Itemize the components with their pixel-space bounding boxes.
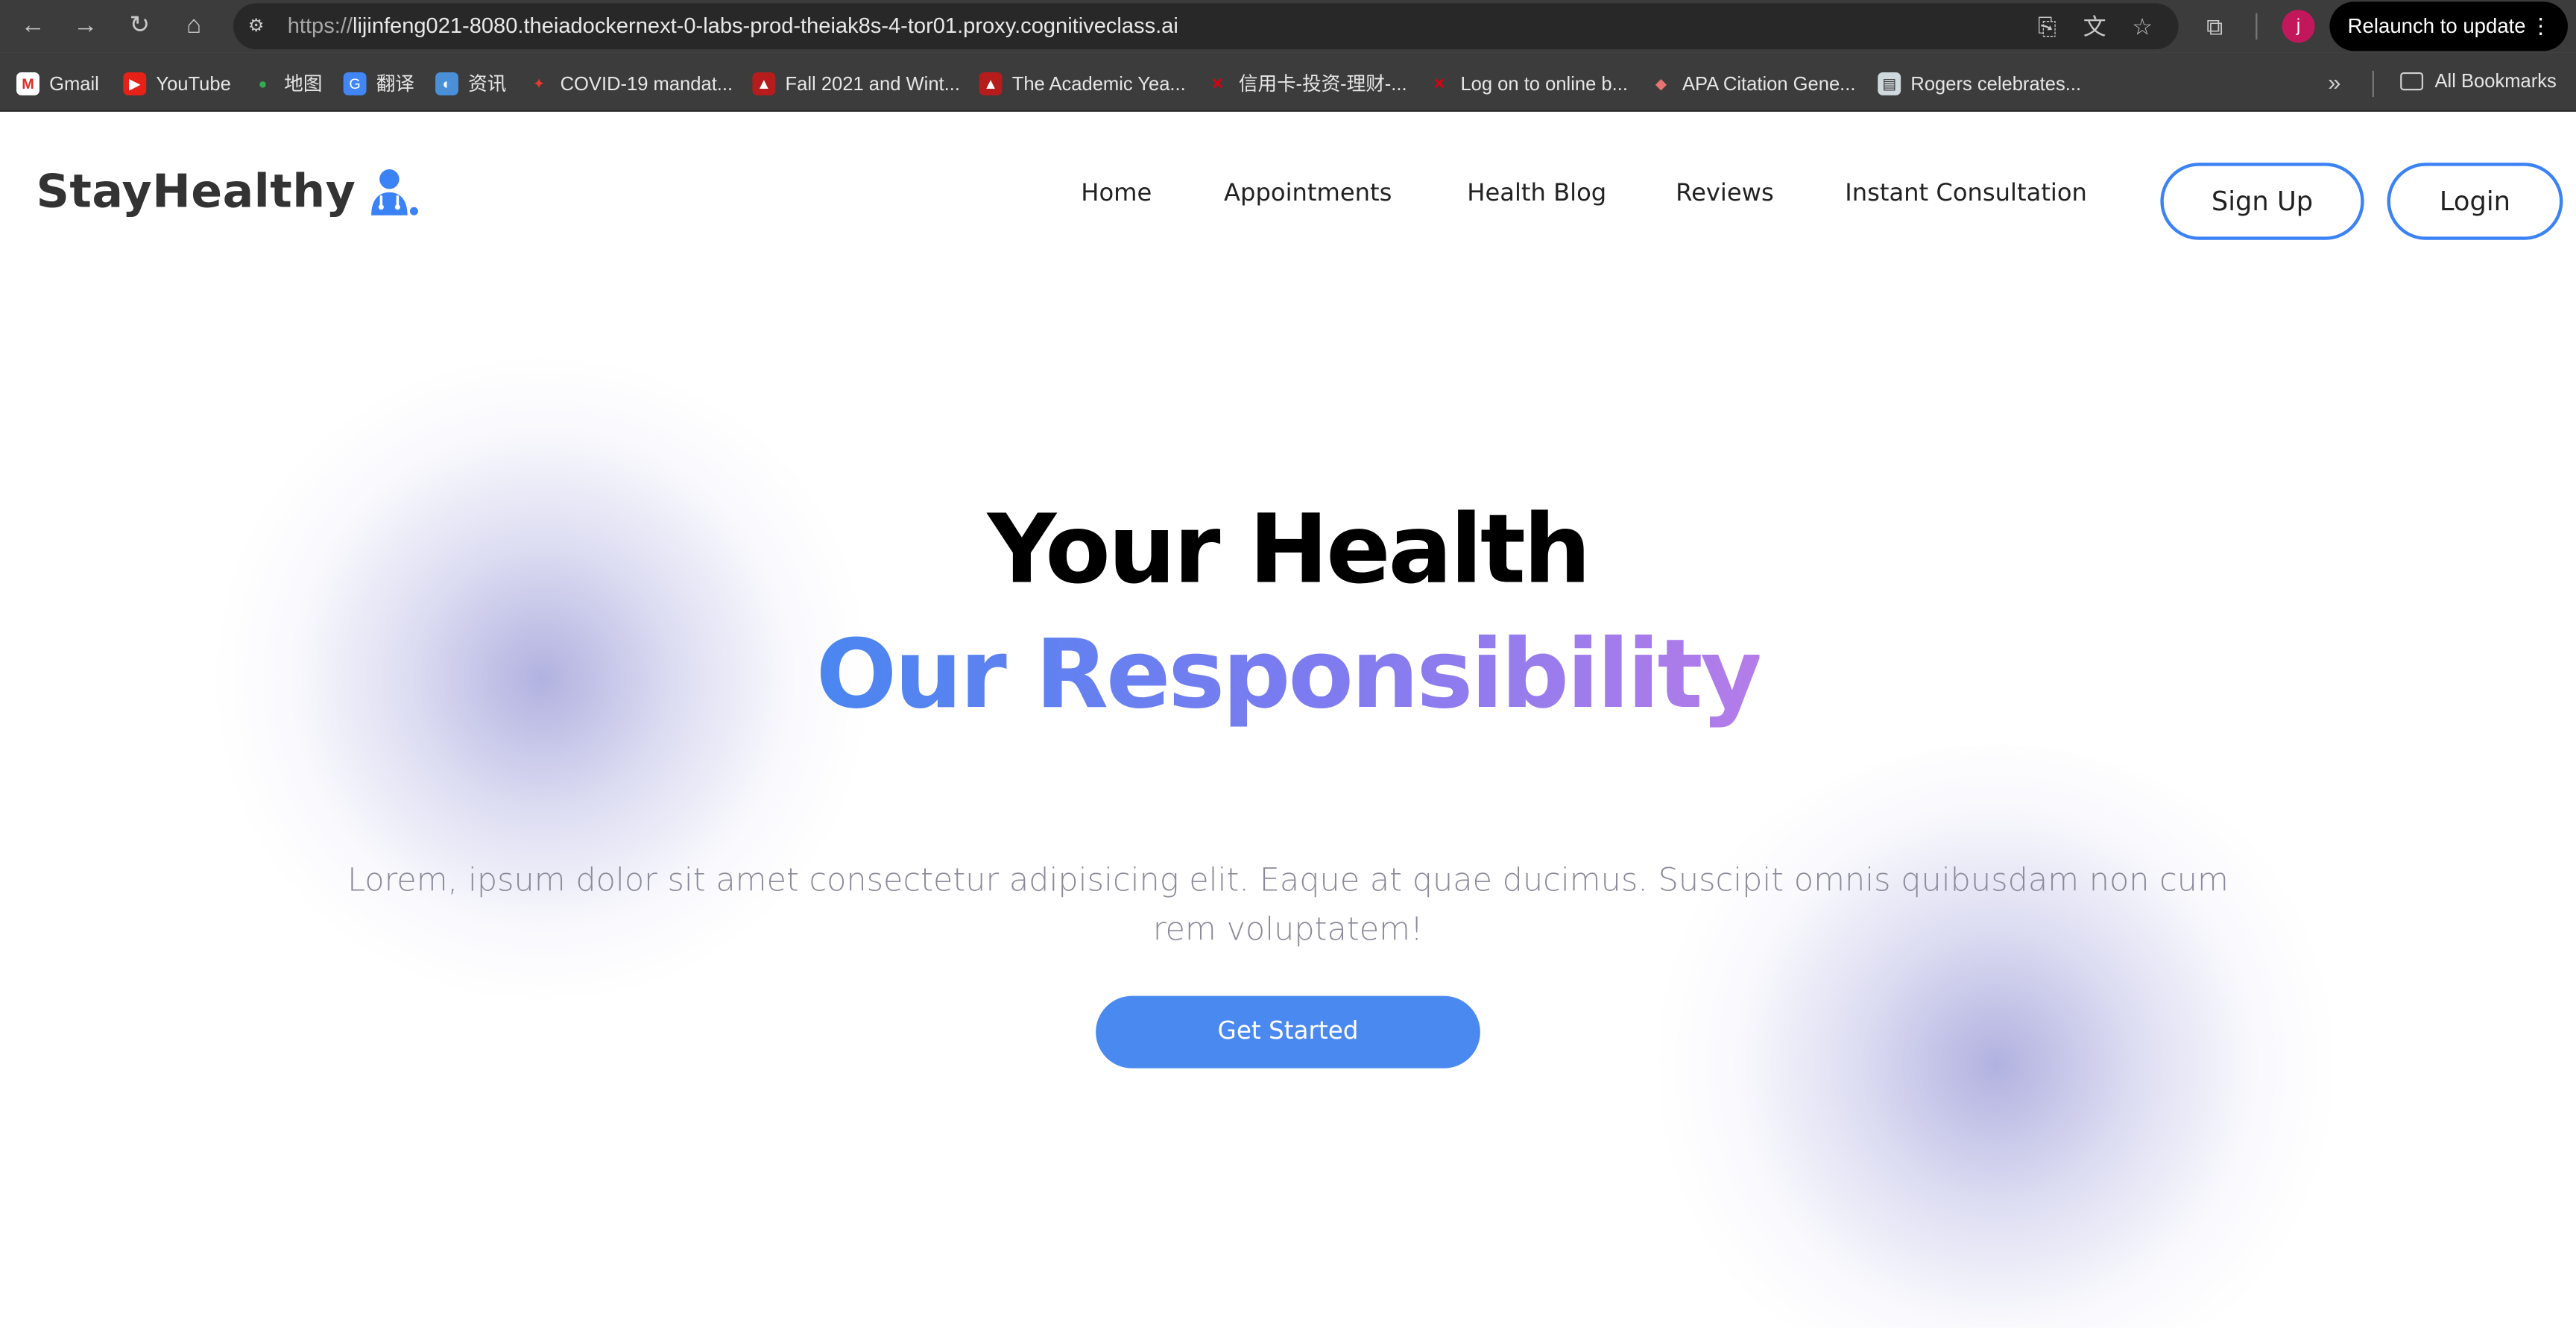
home-icon[interactable]: ⌂ <box>174 7 214 46</box>
hero-subtitle: Lorem, ipsum dolor sit amet consectetur … <box>347 860 2229 948</box>
hero-title-gradient: Our Responsibility <box>815 617 1763 730</box>
bookmarks-divider <box>2372 70 2374 98</box>
bookmark-gmail[interactable]: M Gmail <box>16 71 99 97</box>
bookmark-star-icon[interactable]: ☆ <box>2127 11 2157 41</box>
extensions-icon[interactable]: ⧉ <box>2198 10 2231 43</box>
brand-name: StayHealthy <box>36 164 356 219</box>
install-app-icon[interactable]: ⎘ <box>2032 11 2062 41</box>
bookmark-label: COVID-19 mandat... <box>560 73 733 95</box>
forward-arrow-icon[interactable]: → <box>66 7 105 46</box>
url-text[interactable]: https://lijinfeng021-8080.theiadockernex… <box>288 13 1178 38</box>
bookmark-news[interactable]: ◐ 资讯 <box>435 71 506 97</box>
bookmark-label: Fall 2021 and Wint... <box>785 73 960 95</box>
site-settings-icon[interactable]: ⚙ <box>248 15 271 38</box>
doctor-icon <box>370 168 417 215</box>
nav-appointments[interactable]: Appointments <box>1224 179 1392 207</box>
bookmark-label: YouTube <box>156 73 231 95</box>
bookmark-academic-year[interactable]: ▲ The Academic Yea... <box>979 71 1186 97</box>
hsbc-icon: ✕ <box>1433 75 1446 92</box>
nav-instant-consultation[interactable]: Instant Consultation <box>1845 179 2087 207</box>
gmail-icon: M <box>16 72 40 95</box>
bookmark-label: Gmail <box>49 73 99 95</box>
news-icon: ◐ <box>435 72 458 95</box>
nav-home[interactable]: Home <box>1081 179 1152 207</box>
more-bookmarks-icon[interactable]: » <box>2328 69 2340 95</box>
brand-logo[interactable]: StayHealthy <box>36 164 418 218</box>
all-bookmarks-button[interactable]: All Bookmarks <box>2400 71 2557 92</box>
translate-page-icon[interactable]: 文 <box>2080 11 2109 41</box>
citation-icon: ◆ <box>1655 75 1667 92</box>
bookmark-maps[interactable]: ● 地图 <box>251 71 323 97</box>
url-host: lijinfeng021-8080.theiadockernext-0-labs… <box>352 13 1178 38</box>
relaunch-label: Relaunch to update <box>2347 14 2526 38</box>
url-scheme: https:// <box>287 13 353 38</box>
profile-avatar[interactable]: j <box>2282 10 2315 43</box>
browser-toolbar: ← → ↻ ⌂ ⚙ https://lijinfeng021-8080.thei… <box>0 0 2576 53</box>
bookmark-label: 资讯 <box>468 74 507 95</box>
hero-title-line1: Your Health <box>987 493 1591 605</box>
maple-leaf-icon: ✦ <box>532 75 546 92</box>
reload-icon[interactable]: ↻ <box>120 7 160 46</box>
bookmark-label: The Academic Yea... <box>1011 73 1186 95</box>
youtube-icon: ▶ <box>123 72 147 95</box>
bookmark-label: Log on to online b... <box>1460 73 1628 95</box>
nav-health-blog[interactable]: Health Blog <box>1467 179 1606 207</box>
translate-icon: G <box>343 72 367 95</box>
bookmark-fall-2021[interactable]: ▲ Fall 2021 and Wint... <box>752 71 960 97</box>
bookmark-label: Rogers celebrates... <box>1910 73 2082 95</box>
decorative-blur-right <box>1643 744 2349 1328</box>
bookmark-label: 翻译 <box>376 74 414 95</box>
folder-icon <box>2400 72 2424 91</box>
login-button[interactable]: Login <box>2387 163 2563 240</box>
nav-reviews[interactable]: Reviews <box>1676 179 1774 207</box>
bookmark-label: APA Citation Gene... <box>1682 73 1856 95</box>
get-started-button[interactable]: Get Started <box>1096 995 1480 1069</box>
bookmark-apa[interactable]: ◆ APA Citation Gene... <box>1650 71 1856 97</box>
bookmarks-bar: M Gmail ▶ YouTube ● 地图 G 翻译 ◐ 资讯 ✦ COVID-19 ma… <box>0 52 2576 112</box>
bookmark-translate[interactable]: G 翻译 <box>343 71 414 97</box>
bookmark-hsbc-login[interactable]: ✕ Log on to online b... <box>1427 71 1628 97</box>
university-icon: ▲ <box>752 72 776 95</box>
bookmark-rogers[interactable]: ▤ Rogers celebrates... <box>1878 71 2081 97</box>
page-icon: ▤ <box>1878 72 1901 95</box>
bookmark-label: 信用卡-投资-理财-... <box>1238 74 1407 95</box>
menu-dots-icon[interactable]: ⋮ <box>2530 1 2551 51</box>
university-icon: ▲ <box>979 72 1003 95</box>
hsbc-icon: ✕ <box>1210 75 1224 92</box>
sign-up-button[interactable]: Sign Up <box>2160 163 2364 240</box>
address-bar[interactable]: ⚙ https://lijinfeng021-8080.theiadockern… <box>233 3 2179 50</box>
bookmark-label: 地图 <box>284 74 323 95</box>
page-content: StayHealthy Home Appointments Health Blo… <box>0 111 2576 1328</box>
maps-icon: ● <box>258 75 268 92</box>
bookmark-covid[interactable]: ✦ COVID-19 mandat... <box>528 71 733 97</box>
back-arrow-icon[interactable]: ← <box>13 7 53 46</box>
toolbar-divider <box>2255 13 2258 40</box>
relaunch-button[interactable]: Relaunch to update ⋮ <box>2329 1 2569 51</box>
all-bookmarks-label: All Bookmarks <box>2434 70 2557 92</box>
bookmark-youtube[interactable]: ▶ YouTube <box>123 71 231 97</box>
bookmark-hsbc-cn[interactable]: ✕ 信用卡-投资-理财-... <box>1206 71 1407 97</box>
hero-title-line2: Our Responsibility <box>0 618 2576 730</box>
